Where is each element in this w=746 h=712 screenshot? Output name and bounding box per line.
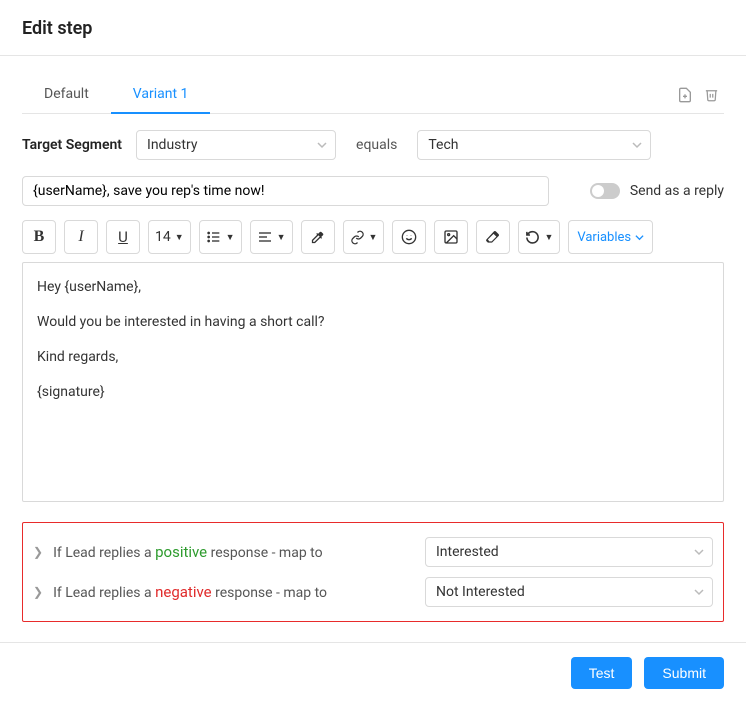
chevron-down-icon [694,587,704,597]
delete-variant-icon[interactable] [702,86,720,104]
target-segment-value-select[interactable]: Tech [417,130,651,160]
emoji-icon [401,229,417,245]
emoji-button[interactable] [392,220,426,254]
select-value: Not Interested [436,584,525,600]
select-value: Interested [436,544,499,560]
add-variant-icon[interactable] [676,86,694,104]
subject-input[interactable] [22,176,549,206]
tabs: Default Variant 1 [22,76,676,113]
chevron-down-icon [694,547,704,557]
align-button[interactable]: ▼ [250,220,293,254]
align-icon [257,229,273,245]
chevron-down-icon [317,140,327,150]
eyedropper-icon [310,230,325,245]
eraser-button[interactable] [476,220,510,254]
email-body-editor[interactable]: Hey {userName}, Would you be interested … [22,262,724,502]
divider [0,55,746,56]
body-line: Hey {userName}, [37,277,709,298]
undo-icon [525,230,540,245]
link-icon [350,230,365,245]
submit-button[interactable]: Submit [644,657,724,689]
link-button[interactable]: ▼ [343,220,385,254]
list-icon [206,229,222,245]
body-line: Would you be interested in having a shor… [37,312,709,333]
variables-button[interactable]: Variables [568,220,653,254]
eraser-icon [485,229,501,245]
body-line: Kind regards, [37,347,709,368]
positive-mapping-label: If Lead replies a positive response - ma… [53,543,323,561]
body-line: {signature} [37,382,709,403]
image-icon [443,229,459,245]
negative-mapping-select[interactable]: Not Interested [425,577,713,607]
undo-button[interactable]: ▼ [518,220,560,254]
test-button[interactable]: Test [571,657,633,689]
list-button[interactable]: ▼ [199,220,242,254]
chevron-down-icon [632,140,642,150]
editor-toolbar: B I U 14▼ ▼ ▼ [22,220,724,254]
target-segment-field-select[interactable]: Industry [136,130,336,160]
bold-button[interactable]: B [22,220,56,254]
positive-mapping-select[interactable]: Interested [425,537,713,567]
target-segment-label: Target Segment [22,137,122,153]
image-button[interactable] [434,220,468,254]
divider [0,642,746,643]
color-button[interactable] [301,220,335,254]
tab-variant-1[interactable]: Variant 1 [111,76,211,114]
chevron-right-icon: ❯ [33,545,43,559]
send-as-reply-toggle[interactable] [590,183,620,199]
select-value: Industry [147,137,197,153]
send-as-reply-label: Send as a reply [630,183,724,199]
select-value: Tech [428,137,458,153]
target-segment-operator: equals [356,137,397,153]
font-size-select[interactable]: 14▼ [148,220,191,254]
underline-button[interactable]: U [106,220,140,254]
italic-button[interactable]: I [64,220,98,254]
chevron-right-icon: ❯ [33,585,43,599]
negative-mapping-label: If Lead replies a negative response - ma… [53,583,327,601]
tab-default[interactable]: Default [22,76,111,114]
response-mapping-box: ❯ If Lead replies a positive response - … [22,522,724,622]
page-title: Edit step [22,18,724,39]
chevron-down-icon [635,233,644,242]
